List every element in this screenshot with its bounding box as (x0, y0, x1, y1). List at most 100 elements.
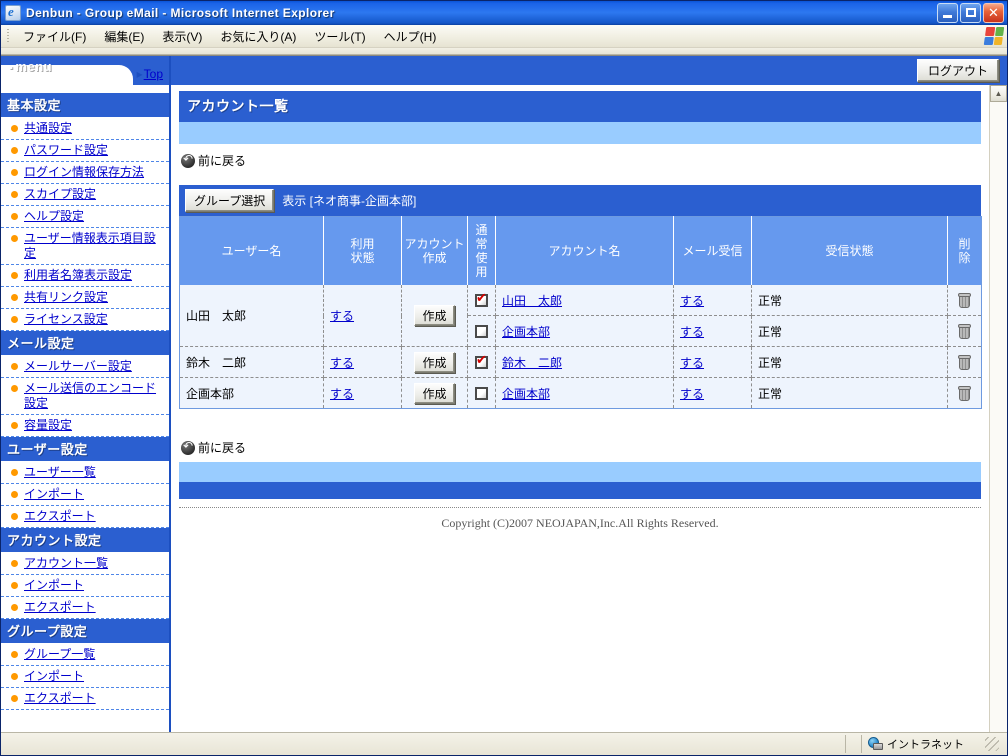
cell-mail-receive: する (673, 315, 752, 347)
cell-delete[interactable] (947, 315, 982, 347)
account-name-link[interactable]: 企画本部 (502, 325, 550, 339)
resize-grip[interactable] (985, 737, 999, 751)
sidebar-item-account-import[interactable]: インポート (1, 575, 169, 597)
sidebar-filler (1, 710, 169, 732)
sidebar-item-label[interactable]: アカウント一覧 (24, 556, 108, 571)
sidebar-item-label[interactable]: 容量設定 (24, 418, 72, 433)
usage-state-link[interactable]: する (330, 356, 354, 370)
back-link-bottom[interactable]: 前に戻る (181, 438, 981, 456)
sidebar-item-skype-settings[interactable]: スカイプ設定 (1, 184, 169, 206)
cell-delete[interactable] (947, 285, 982, 316)
bullet-icon (11, 651, 18, 658)
cell-delete[interactable] (947, 377, 982, 409)
group-select-button[interactable]: グループ選択 (185, 189, 275, 212)
trash-icon[interactable] (958, 385, 971, 401)
menu-item-file[interactable]: ファイル(F) (14, 25, 95, 48)
mail-receive-link[interactable]: する (680, 387, 704, 401)
sidebar-item-label[interactable]: スカイプ設定 (24, 187, 96, 202)
normal-use-checkbox[interactable] (475, 291, 488, 308)
sidebar-item-label[interactable]: ログイン情報保存方法 (24, 165, 144, 180)
back-link-top[interactable]: 前に戻る (181, 151, 981, 169)
status-security-zone[interactable]: イントラネット (861, 735, 1007, 753)
sidebar-item-label[interactable]: エクスポート (24, 600, 96, 615)
sidebar-item-label[interactable]: インポート (24, 669, 84, 684)
sidebar-item-license-settings[interactable]: ライセンス設定 (1, 309, 169, 331)
sidebar-item-label[interactable]: ユーザー一覧 (24, 465, 96, 480)
mail-receive-link[interactable]: する (680, 325, 704, 339)
scroll-up-button[interactable] (989, 85, 1007, 102)
sidebar-item-common-settings[interactable]: 共通設定 (1, 118, 169, 140)
sidebar-item-account-export[interactable]: エクスポート (1, 597, 169, 619)
mail-receive-link[interactable]: する (680, 356, 704, 370)
sidebar-item-label[interactable]: インポート (24, 578, 84, 593)
copyright-text: Copyright (C)2007 NEOJAPAN,Inc.All Right… (441, 516, 719, 530)
sidebar-item-shared-link-settings[interactable]: 共有リンク設定 (1, 287, 169, 309)
minimize-button[interactable] (937, 3, 958, 23)
bullet-icon (11, 582, 18, 589)
scroll-track[interactable] (989, 102, 1007, 732)
normal-use-checkbox[interactable] (475, 353, 488, 370)
trash-icon[interactable] (958, 323, 971, 339)
sidebar-item-help-settings[interactable]: ヘルプ設定 (1, 206, 169, 228)
menu-item-favorites[interactable]: お気に入り(A) (211, 25, 305, 48)
account-name-link[interactable]: 山田 太郎 (502, 294, 562, 308)
sidebar-item-mail-server-settings[interactable]: メールサーバー設定 (1, 356, 169, 378)
sidebar-item-label[interactable]: グループ一覧 (24, 647, 95, 662)
bullet-icon (11, 385, 18, 392)
sidebar-item-user-directory-display[interactable]: 利用者名簿表示設定 (1, 265, 169, 287)
vertical-scrollbar[interactable] (988, 85, 1007, 732)
maximize-button[interactable] (960, 3, 981, 23)
cell-delete[interactable] (947, 346, 982, 378)
usage-state-link[interactable]: する (330, 387, 354, 401)
sidebar-item-label[interactable]: ヘルプ設定 (24, 209, 84, 224)
cell-normal-use[interactable] (467, 315, 496, 347)
sidebar-item-user-import[interactable]: インポート (1, 484, 169, 506)
usage-state-link[interactable]: する (330, 309, 354, 323)
sidebar-item-label[interactable]: 利用者名簿表示設定 (24, 268, 132, 283)
sidebar-item-label[interactable]: ライセンス設定 (24, 312, 108, 327)
sidebar-item-group-import[interactable]: インポート (1, 666, 169, 688)
create-account-button[interactable]: 作成 (414, 305, 455, 326)
account-name-link[interactable]: 企画本部 (502, 387, 550, 401)
sidebar-item-label[interactable]: メールサーバー設定 (24, 359, 132, 374)
create-account-button[interactable]: 作成 (414, 351, 455, 373)
trash-icon[interactable] (958, 354, 971, 370)
account-name-link[interactable]: 鈴木 二郎 (502, 356, 562, 370)
sidebar-item-label[interactable]: パスワード設定 (24, 143, 108, 158)
create-account-button[interactable]: 作成 (414, 382, 455, 404)
cell-normal-use[interactable] (467, 377, 496, 409)
sidebar-item-capacity-settings[interactable]: 容量設定 (1, 415, 169, 437)
sidebar-item-account-list[interactable]: アカウント一覧 (1, 553, 169, 575)
close-button[interactable] (983, 3, 1004, 23)
menu-item-edit[interactable]: 編集(E) (95, 25, 153, 48)
sidebar-item-label[interactable]: 共通設定 (24, 121, 72, 136)
normal-use-checkbox[interactable] (475, 325, 488, 339)
back-arrow-icon (181, 438, 195, 455)
logout-button[interactable]: ログアウト (916, 59, 999, 82)
sidebar-item-mail-encoding-settings[interactable]: メール送信のエンコード設定 (1, 378, 169, 415)
sidebar-item-user-list[interactable]: ユーザー一覧 (1, 462, 169, 484)
sidebar-item-user-export[interactable]: エクスポート (1, 506, 169, 528)
sidebar-top-link[interactable]: Top (137, 67, 163, 81)
sidebar-item-login-info-save[interactable]: ログイン情報保存方法 (1, 162, 169, 184)
sidebar-item-group-export[interactable]: エクスポート (1, 688, 169, 710)
menu-item-help[interactable]: ヘルプ(H) (375, 25, 446, 48)
sidebar-item-label[interactable]: ユーザー情報表示項目設定 (24, 231, 165, 261)
page-subtitle-bar (179, 122, 981, 144)
cell-normal-use[interactable] (467, 346, 496, 378)
trash-icon[interactable] (958, 292, 971, 308)
sidebar-item-label[interactable]: エクスポート (24, 691, 96, 706)
sidebar-item-group-list[interactable]: グループ一覧 (1, 644, 169, 666)
normal-use-checkbox[interactable] (475, 387, 488, 401)
menu-item-view[interactable]: 表示(V) (153, 25, 211, 48)
sidebar-item-label[interactable]: インポート (24, 487, 84, 502)
sidebar-item-user-info-display[interactable]: ユーザー情報表示項目設定 (1, 228, 169, 265)
cell-normal-use[interactable] (467, 285, 496, 316)
mail-receive-link[interactable]: する (680, 294, 704, 308)
sidebar-item-password-settings[interactable]: パスワード設定 (1, 140, 169, 162)
menu-item-tools[interactable]: ツール(T) (305, 25, 374, 48)
menu-grip-handle[interactable] (5, 28, 11, 44)
sidebar-item-label[interactable]: 共有リンク設定 (24, 290, 108, 305)
sidebar-item-label[interactable]: メール送信のエンコード設定 (24, 381, 165, 411)
sidebar-item-label[interactable]: エクスポート (24, 509, 96, 524)
